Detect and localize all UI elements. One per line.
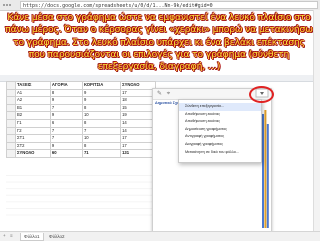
header-cell[interactable]: ΑΓΟΡΙΑ — [49, 81, 83, 90]
table-cell[interactable]: Β1 — [15, 103, 51, 113]
table-cell[interactable]: Α2 — [15, 96, 51, 105]
table-cell[interactable]: Β2 — [15, 111, 51, 120]
table-cell[interactable]: 18 — [120, 96, 156, 105]
menu-item[interactable]: Σύνθετη επεξεργασία... — [179, 103, 261, 111]
vertical-scrollbar[interactable] — [313, 10, 320, 240]
table-cell[interactable]: ΣΤ1 — [15, 134, 51, 143]
table-cell[interactable]: 17 — [120, 134, 156, 143]
total-row: ΣΥΝΟΛΟ 60 71 131 — [6, 149, 156, 158]
table-cell[interactable]: 17 — [120, 88, 156, 98]
table-row: Α1 8 9 17 — [6, 88, 156, 98]
sheet-tab-2[interactable]: Φύλλο2 — [46, 233, 68, 240]
table-cell[interactable]: 9 — [49, 96, 83, 105]
table-cell[interactable]: ΣΤ2 — [15, 141, 51, 151]
table-cell[interactable]: 9 — [81, 96, 122, 105]
row-number — [6, 111, 16, 120]
bar-3 — [266, 124, 269, 228]
total-cell[interactable]: 131 — [120, 149, 156, 158]
url-field[interactable]: https://docs.google.com/spreadsheets/u/0… — [20, 1, 318, 9]
menu-item[interactable]: Δημοσίευση γραφήματος — [179, 126, 261, 134]
table-row: Γ1 6 8 14 — [6, 118, 156, 128]
total-label[interactable]: ΣΥΝΟΛΟ — [15, 149, 51, 158]
chart-bars — [262, 110, 269, 228]
table-cell[interactable]: 14 — [120, 118, 156, 128]
menu-item[interactable]: Αντιγραφή γραφήματος — [179, 133, 261, 141]
table-cell[interactable]: 6 — [49, 118, 83, 128]
add-sheet-icon[interactable]: + — [3, 232, 6, 240]
empty-rows — [6, 175, 156, 219]
table-cell[interactable]: Γ2 — [15, 126, 51, 136]
table-cell[interactable]: 17 — [120, 141, 156, 151]
row-number — [6, 141, 16, 151]
row-number — [6, 118, 16, 128]
address-bar: https://docs.google.com/spreadsheets/u/0… — [0, 0, 320, 11]
row-number — [6, 103, 16, 113]
table-cell[interactable]: Γ1 — [15, 118, 51, 128]
highlight-circle — [249, 86, 274, 103]
table-cell[interactable]: 9 — [81, 88, 122, 98]
header-cell[interactable]: ΤΑΞΕΙΣ — [15, 81, 51, 90]
total-cell[interactable]: 71 — [81, 149, 122, 158]
table-cell[interactable]: Α1 — [15, 88, 51, 98]
row-number — [6, 149, 16, 158]
pin-icon[interactable]: ⌖ — [165, 90, 172, 97]
edit-icon[interactable]: ✎ — [156, 90, 163, 97]
table-row: ΣΤ2 9 8 17 — [6, 141, 156, 151]
table-cell[interactable]: 19 — [120, 111, 156, 120]
table-row: Β1 7 8 15 — [6, 103, 156, 113]
table-cell[interactable]: 9 — [49, 141, 83, 151]
table-cell[interactable]: 8 — [81, 141, 122, 151]
row-number — [6, 88, 16, 98]
table-row: Α2 9 9 18 — [6, 96, 156, 105]
header-row: ΤΑΞΕΙΣ ΑΓΟΡΙΑ ΚΟΡΙΤΣΙΑ ΣΥΝΟΛΟ — [6, 81, 156, 90]
table-cell[interactable]: 7 — [49, 134, 83, 143]
table-cell[interactable]: 7 — [49, 103, 83, 113]
spreadsheet-grid[interactable]: ΤΑΞΕΙΣ ΑΓΟΡΙΑ ΚΟΡΙΤΣΙΑ ΣΥΝΟΛΟ Α1 8 9 17 Α2 9 9 18 Β1… — [6, 81, 156, 158]
table-cell[interactable]: 10 — [81, 111, 122, 120]
table-row: Γ2 7 7 14 — [6, 126, 156, 136]
table-cell[interactable]: 14 — [120, 126, 156, 136]
row-number — [6, 96, 16, 105]
table-cell[interactable]: 8 — [81, 103, 122, 113]
table-cell[interactable]: 15 — [120, 103, 156, 113]
table-row: Β2 9 10 19 — [6, 111, 156, 120]
header-cell[interactable]: ΣΥΝΟΛΟ — [120, 81, 156, 90]
table-cell[interactable]: 7 — [49, 126, 83, 136]
browser-window: https://docs.google.com/spreadsheets/u/0… — [0, 0, 320, 241]
header-cell[interactable]: ΚΟΡΙΤΣΙΑ — [81, 81, 122, 90]
table-cell[interactable]: 10 — [81, 134, 122, 143]
row-number — [6, 126, 16, 136]
menu-item[interactable]: Διαγραφή γραφήματος — [179, 141, 261, 149]
row-number — [6, 134, 16, 143]
row-number — [6, 81, 16, 90]
sheet-list-icon[interactable]: ≡ — [10, 232, 13, 240]
menu-item[interactable]: Μετακίνηση σε δικό του φύλλο... — [179, 149, 261, 157]
nav-buttons[interactable] — [3, 1, 11, 9]
bar-2 — [264, 110, 267, 228]
table-cell[interactable]: 9 — [49, 111, 83, 120]
menu-item[interactable]: Αποθήκευση εικόνας — [179, 118, 261, 126]
instruction-caption: Κάνε μέσα στο γράφημα ώστε να εμφανιστεί… — [5, 12, 313, 73]
table-row: ΣΤ1 7 10 17 — [6, 134, 156, 143]
menu-item[interactable]: Αποθήκευση εικόνας — [179, 111, 261, 119]
chart-dropdown-menu: Σύνθετη επεξεργασία... Αποθήκευση εικόνας… — [178, 99, 262, 163]
table-cell[interactable]: 8 — [49, 88, 83, 98]
bar-1 — [262, 114, 264, 228]
total-cell[interactable]: 60 — [49, 149, 83, 158]
table-cell[interactable]: 7 — [81, 126, 122, 136]
table-cell[interactable]: 8 — [81, 118, 122, 128]
